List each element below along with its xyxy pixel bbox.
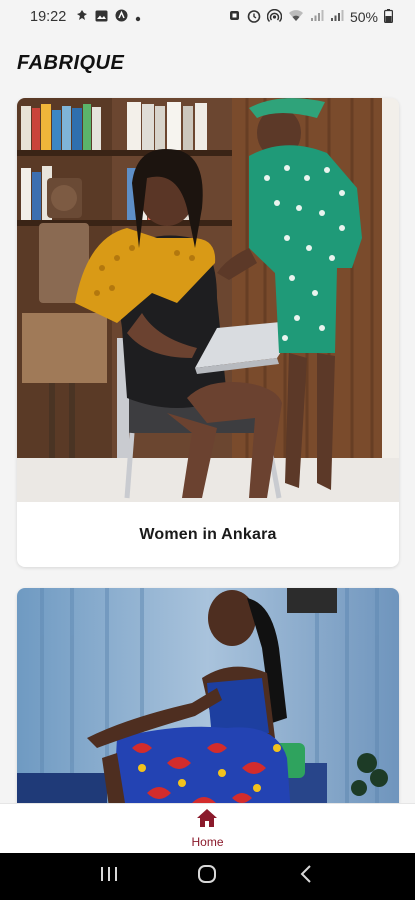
- nav-home-button[interactable]: Home: [191, 804, 224, 853]
- home-circle-icon: [197, 864, 217, 889]
- home-icon: [196, 808, 218, 833]
- category-card-ankara-dress[interactable]: [17, 588, 399, 828]
- nav-home-label: Home: [191, 835, 224, 849]
- signal-icon: [330, 9, 344, 25]
- app-icon: [115, 9, 128, 25]
- women-in-ankara-photo: [17, 98, 399, 502]
- recent-apps-icon: [100, 866, 118, 887]
- app-screen: 19:22 50% FABRIQUE Women in Ankara Home: [0, 0, 415, 900]
- notification-icon: [76, 9, 88, 25]
- dot-icon: [135, 9, 141, 25]
- status-time: 19:22: [30, 9, 67, 25]
- back-chevron-icon: [300, 865, 312, 888]
- status-left: 19:22: [30, 9, 141, 25]
- status-right: 50%: [228, 8, 394, 26]
- battery-percentage: 50%: [349, 9, 378, 25]
- hotspot-icon: [266, 8, 283, 26]
- signal-icon: [310, 9, 324, 25]
- system-home-button[interactable]: [187, 862, 227, 892]
- category-card-women-in-ankara[interactable]: Women in Ankara: [17, 98, 399, 567]
- wifi-icon: [288, 9, 304, 25]
- alarm-icon: [228, 9, 241, 25]
- clock-icon: [247, 9, 261, 26]
- recent-apps-button[interactable]: [89, 862, 129, 892]
- app-title: FABRIQUE: [17, 52, 125, 74]
- battery-icon: [384, 8, 394, 26]
- card-caption: Women in Ankara: [139, 525, 277, 543]
- system-navigation-bar: [0, 853, 415, 900]
- status-bar: 19:22 50%: [0, 0, 415, 34]
- back-button[interactable]: [286, 862, 326, 892]
- ankara-dress-photo: [17, 588, 399, 828]
- bottom-navigation: Home: [0, 803, 415, 853]
- gallery-icon: [95, 9, 108, 25]
